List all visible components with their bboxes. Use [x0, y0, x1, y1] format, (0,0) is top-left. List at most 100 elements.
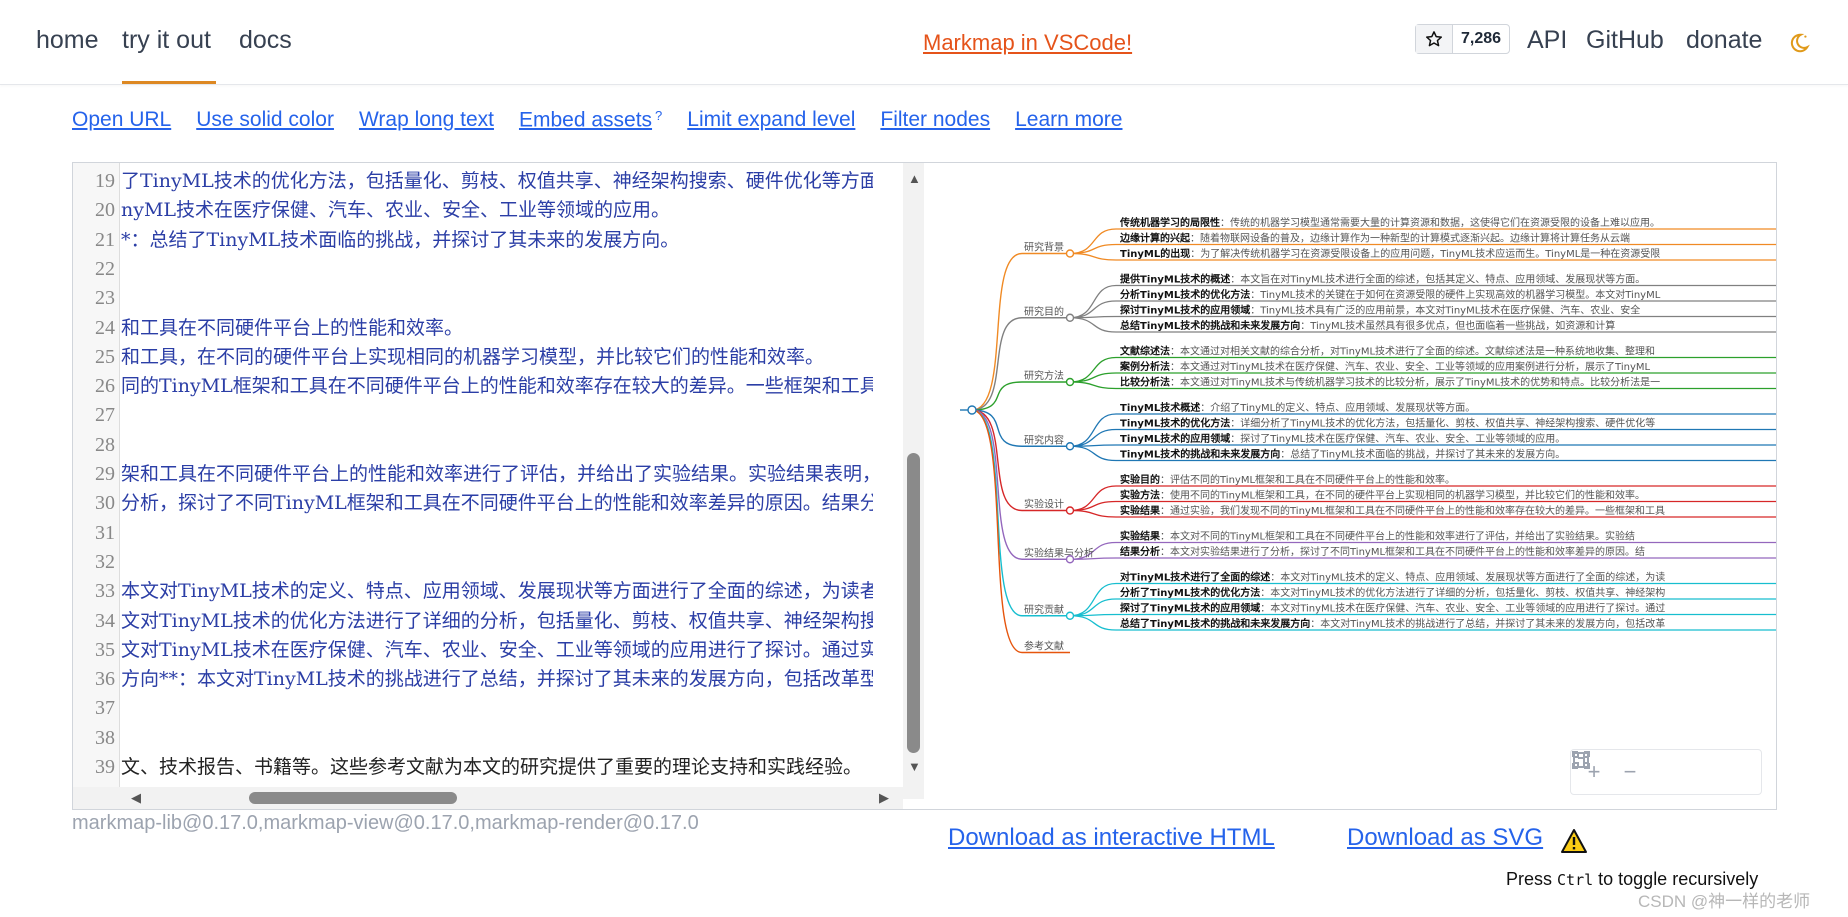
- mindmap-branch-label[interactable]: 研究背景: [1024, 241, 1064, 254]
- editor-line[interactable]: 26 同的TinyML框架和工具在不同硬件平台上的性能和效率存在较大的差异。一些框…: [73, 372, 925, 401]
- nav-docs[interactable]: docs: [239, 26, 292, 55]
- mindmap-leaf[interactable]: 分析了TinyML技术的优化方法：本文对TinyML技术的优化方法进行了详细的分…: [1120, 586, 1665, 599]
- mindmap-leaf[interactable]: 实验方法：使用不同的TinyML框架和工具，在不同的硬件平台上实现相同的机器学习…: [1120, 489, 1645, 502]
- mindmap-leaf[interactable]: TinyML技术的应用领域：探讨了TinyML技术在医疗保健、汽车、农业、安全、…: [1120, 432, 1565, 445]
- mindmap-leaf[interactable]: 边缘计算的兴起：随着物联网设备的普及，边缘计算作为一种新型的计算模式逐渐兴起。边…: [1119, 232, 1630, 245]
- mindmap-leaf[interactable]: 总结了TinyML技术的挑战和未来发展方向：本文对TinyML技术的挑战进行了总…: [1120, 617, 1665, 630]
- editor-line[interactable]: 27: [73, 401, 925, 430]
- download-html-link[interactable]: Download as interactive HTML: [948, 824, 1275, 852]
- editor-line[interactable]: 38: [73, 724, 925, 753]
- mindmap-svg[interactable]: 传统机器学习的局限性：传统的机器学习模型通常需要大量的计算资源和数据，这使得它们…: [924, 163, 1776, 809]
- mindmap-branch-label[interactable]: 研究内容: [1024, 433, 1064, 446]
- line-text[interactable]: 文对TinyML技术的优化方法进行了详细的分析，包括量化、剪枝、权值共享、神经架…: [121, 607, 873, 636]
- embed-assets-link[interactable]: Embed assets: [519, 108, 652, 131]
- mindmap-leaf[interactable]: 结果分析：本文对实验结果进行了分析，探讨了不同TinyML框架和工具在不同硬件平…: [1120, 545, 1645, 558]
- editor-line[interactable]: 24 和工具在不同硬件平台上的性能和效率。: [73, 314, 925, 343]
- filter-nodes-link[interactable]: Filter nodes: [880, 108, 990, 132]
- mindmap-root-node[interactable]: [967, 405, 977, 415]
- editor-line[interactable]: 20 nyML技术在医疗保健、汽车、农业、安全、工业等领域的应用。: [73, 196, 925, 225]
- mindmap-leaf[interactable]: 总结TinyML技术的挑战和未来发展方向：TinyML技术虽然具有很多优点，但也…: [1120, 319, 1615, 332]
- mindmap-leaf[interactable]: 文献综述法：本文通过对相关文献的综合分析，对TinyML技术进行了全面的综述。文…: [1120, 345, 1655, 358]
- mindmap-leaf[interactable]: TinyML技术的挑战和未来发展方向：总结了TinyML技术面临的挑战，并探讨了…: [1120, 448, 1565, 461]
- editor-line[interactable]: 28: [73, 431, 925, 460]
- mindmap-leaf[interactable]: 对TinyML技术进行了全面的综述：本文对TinyML技术的定义、特点、应用领域…: [1120, 571, 1665, 584]
- nav-try-it-out[interactable]: try it out: [122, 26, 211, 55]
- nav-github[interactable]: GitHub: [1586, 26, 1664, 55]
- mindmap-branch-label[interactable]: 实验结果与分析: [1024, 546, 1094, 559]
- mindmap-leaf[interactable]: 实验结果：本文对不同的TinyML框架和工具在不同硬件平台上的性能和效率进行了评…: [1120, 530, 1635, 543]
- line-text[interactable]: nyML技术在医疗保健、汽车、农业、安全、工业等领域的应用。: [121, 196, 873, 225]
- mindmap-leaf[interactable]: 探讨TinyML技术的应用领域：TinyML技术具有广泛的应用前景，本文对Tin…: [1120, 304, 1640, 317]
- mindmap-leaf[interactable]: TinyML技术概述：介绍了TinyML的定义、特点、应用领域、发展现状等方面。: [1120, 401, 1475, 414]
- mindmap-branch-node[interactable]: [1065, 611, 1075, 620]
- help-icon[interactable]: ?: [655, 108, 662, 123]
- fullscreen-icon[interactable]: [1572, 751, 1753, 787]
- editor-line[interactable]: 37: [73, 694, 925, 723]
- editor-line[interactable]: 29 架和工具在不同硬件平台上的性能和效率进行了评估，并给出了实验结果。实验结果表…: [73, 460, 925, 489]
- editor-line[interactable]: 19 了TinyML技术的优化方法，包括量化、剪枝、权值共享、神经架构搜索、硬件优…: [73, 167, 925, 196]
- editor-line[interactable]: 33 本文对TinyML技术的定义、特点、应用领域、发展现状等方面进行了全面的综述…: [73, 577, 925, 606]
- toggle-recursive-icon[interactable]: [1573, 752, 1717, 787]
- mindmap-leaf[interactable]: 探讨了TinyML技术的应用领域：本文对TinyML技术在医疗保健、汽车、农业、…: [1120, 602, 1665, 615]
- dark-mode-toggle-icon[interactable]: [1788, 32, 1810, 54]
- line-text[interactable]: 方向**：本文对TinyML技术的挑战进行了总结，并探讨了其未来的发展方向，包括…: [121, 665, 873, 694]
- mindmap-preview[interactable]: 传统机器学习的局限性：传统的机器学习模型通常需要大量的计算资源和数据，这使得它们…: [924, 162, 1777, 810]
- scroll-up-icon[interactable]: ▲: [908, 171, 921, 186]
- mindmap-leaf[interactable]: 传统机器学习的局限性：传统的机器学习模型通常需要大量的计算资源和数据，这使得它们…: [1119, 216, 1660, 229]
- editor-line[interactable]: 30 分析，探讨了不同TinyML框架和工具在不同硬件平台上的性能和效率差异的原因…: [73, 489, 925, 518]
- editor-line[interactable]: 23: [73, 284, 925, 313]
- editor-line[interactable]: 21 *：总结了TinyML技术面临的挑战，并探讨了其未来的发展方向。: [73, 226, 925, 255]
- mindmap-branch-node[interactable]: [1065, 555, 1075, 564]
- editor-line[interactable]: 39 文、技术报告、书籍等。这些参考文献为本文的研究提供了重要的理论支持和实践经验…: [73, 753, 925, 782]
- line-text[interactable]: *：总结了TinyML技术面临的挑战，并探讨了其未来的发展方向。: [121, 226, 873, 255]
- line-text[interactable]: 架和工具在不同硬件平台上的性能和效率进行了评估，并给出了实验结果。实验结果表明，: [121, 460, 873, 489]
- mindmap-leaf[interactable]: 实验结果：通过实验，我们发现不同的TinyML框架和工具在不同硬件平台上的性能和…: [1120, 504, 1665, 517]
- mindmap-leaf[interactable]: TinyML技术的优化方法：详细分析了TinyML技术的优化方法，包括量化、剪枝…: [1120, 417, 1655, 430]
- open-url-link[interactable]: Open URL: [72, 108, 171, 132]
- line-text[interactable]: 和工具在不同硬件平台上的性能和效率。: [121, 314, 873, 343]
- line-text[interactable]: 本文对TinyML技术的定义、特点、应用领域、发展现状等方面进行了全面的综述，为…: [121, 577, 873, 606]
- line-text[interactable]: 文对TinyML技术在医疗保健、汽车、农业、安全、工业等领域的应用进行了探讨。通…: [121, 636, 873, 665]
- scroll-right-icon[interactable]: ▶: [879, 790, 889, 806]
- scroll-left-icon[interactable]: ◀: [131, 790, 141, 806]
- nav-home[interactable]: home: [36, 26, 99, 55]
- mindmap-branch-label[interactable]: 实验设计: [1024, 498, 1064, 511]
- use-solid-color-link[interactable]: Use solid color: [196, 108, 334, 132]
- mindmap-leaf[interactable]: 分析TinyML技术的优化方法：TinyML技术的关键在于如何在资源受限的硬件上…: [1120, 288, 1661, 301]
- editor-line[interactable]: 32: [73, 548, 925, 577]
- mindmap-leaf[interactable]: 比较分析法：本文通过对TinyML技术与传统机器学习技术的比较分析，展示了Tin…: [1120, 376, 1660, 389]
- editor-line[interactable]: 34 文对TinyML技术的优化方法进行了详细的分析，包括量化、剪枝、权值共享、神…: [73, 607, 925, 636]
- mindmap-branch-label[interactable]: 研究方法: [1024, 369, 1064, 382]
- fit-window-icon[interactable]: [1573, 752, 1681, 787]
- horizontal-scrollbar[interactable]: ◀ ▶: [73, 787, 903, 809]
- vertical-scroll-thumb[interactable]: [907, 453, 920, 753]
- mindmap-branch-label[interactable]: 研究贡献: [1024, 603, 1064, 616]
- vertical-scrollbar[interactable]: ▲ ▼: [903, 163, 925, 799]
- nav-api[interactable]: API: [1527, 26, 1567, 55]
- mindmap-branch-node[interactable]: [1065, 313, 1075, 322]
- editor-line[interactable]: 25 和工具，在不同的硬件平台上实现相同的机器学习模型，并比较它们的性能和效率。: [73, 343, 925, 372]
- mindmap-leaf[interactable]: 案例分析法：本文通过对TinyML技术在医疗保健、汽车、农业、安全、工业等领域的…: [1119, 360, 1650, 373]
- nav-donate[interactable]: donate: [1686, 26, 1762, 55]
- line-text[interactable]: 文、技术报告、书籍等。这些参考文献为本文的研究提供了重要的理论支持和实践经验。: [121, 753, 873, 782]
- learn-more-link[interactable]: Learn more: [1015, 108, 1122, 132]
- wrap-long-text-link[interactable]: Wrap long text: [359, 108, 494, 132]
- github-star-button[interactable]: 7,286: [1415, 24, 1511, 54]
- line-text[interactable]: 分析，探讨了不同TinyML框架和工具在不同硬件平台上的性能和效率差异的原因。结…: [121, 489, 873, 518]
- line-text[interactable]: 同的TinyML框架和工具在不同硬件平台上的性能和效率存在较大的差异。一些框架和…: [121, 372, 873, 401]
- editor-line[interactable]: 31: [73, 519, 925, 548]
- line-text[interactable]: 了TinyML技术的优化方法，包括量化、剪枝、权值共享、神经架构搜索、硬件优化等…: [121, 167, 873, 196]
- mindmap-leaf[interactable]: 提供TinyML技术的概述：本文旨在对TinyML技术进行全面的综述，包括其定义…: [1120, 273, 1645, 286]
- vscode-promo-link[interactable]: Markmap in VSCode!: [923, 30, 1132, 56]
- mindmap-leaf[interactable]: TinyML的出现：为了解决传统机器学习在资源受限设备上的应用问题，TinyML…: [1120, 247, 1660, 260]
- scroll-down-icon[interactable]: ▼: [908, 759, 921, 774]
- download-svg-link[interactable]: Download as SVG: [1347, 824, 1543, 852]
- horizontal-scroll-thumb[interactable]: [249, 792, 457, 804]
- limit-expand-level-link[interactable]: Limit expand level: [687, 108, 855, 132]
- zoom-out-icon[interactable]: −: [1615, 757, 1645, 787]
- mindmap-branch-node[interactable]: [1065, 249, 1075, 258]
- mindmap-branch-node[interactable]: [1065, 377, 1075, 387]
- mindmap-branch-node[interactable]: [1065, 442, 1075, 451]
- mindmap-branch-node[interactable]: [1065, 506, 1075, 515]
- editor-line[interactable]: 35 文对TinyML技术在医疗保健、汽车、农业、安全、工业等领域的应用进行了探讨…: [73, 636, 925, 665]
